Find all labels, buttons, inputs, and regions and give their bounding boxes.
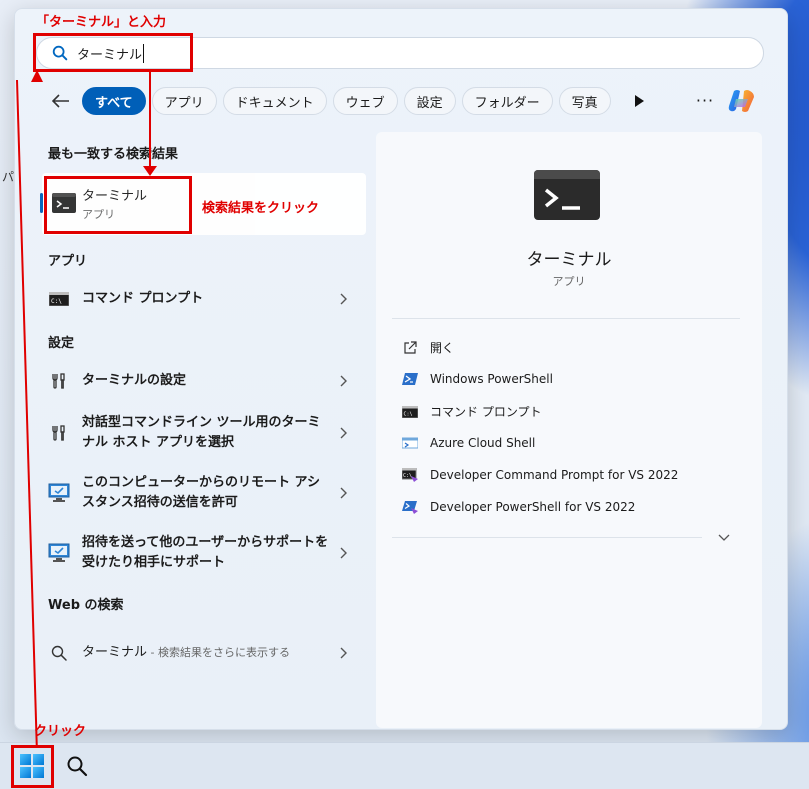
terminal-icon bbox=[534, 170, 600, 220]
annotation-arrowhead-down bbox=[143, 166, 157, 176]
best-match-title: ターミナル bbox=[82, 189, 148, 204]
detail-pane: ターミナル アプリ 開く Windows PowerShell C:\ コマンド… bbox=[376, 132, 762, 728]
filter-web[interactable]: ウェブ bbox=[332, 87, 398, 115]
terminal-icon bbox=[52, 193, 76, 213]
remote-assistance-icon bbox=[48, 542, 70, 564]
svg-text:C:\: C:\ bbox=[51, 298, 62, 305]
cmd-icon: C:\ bbox=[48, 288, 70, 310]
section-settings: 設定 bbox=[48, 336, 75, 351]
list-item-label: このコンピューターからのリモート アシスタンス招待の送信を許可 bbox=[82, 475, 321, 510]
chevron-right-icon bbox=[340, 427, 347, 439]
best-match-subtitle: アプリ bbox=[82, 208, 115, 221]
list-item-web-search[interactable]: ターミナル - 検索結果をさらに表示する bbox=[48, 632, 366, 674]
annotation-type-label: 「ターミナル」と入力 bbox=[36, 15, 167, 30]
action-developer-powershell[interactable]: Developer PowerShell for VS 2022 bbox=[402, 499, 635, 515]
filter-settings[interactable]: 設定 bbox=[403, 87, 456, 115]
action-label: 開く bbox=[430, 341, 455, 355]
play-icon bbox=[634, 95, 644, 107]
open-external-icon bbox=[402, 340, 418, 356]
search-box[interactable]: ターミナル bbox=[36, 37, 764, 69]
chevron-right-icon bbox=[340, 293, 347, 305]
remote-assistance-icon bbox=[48, 482, 70, 504]
divider bbox=[392, 318, 740, 319]
web-search-query: ターミナル bbox=[82, 645, 148, 660]
list-item-label: 対話型コマンドライン ツール用のターミナル ホスト アプリを選択 bbox=[82, 415, 321, 450]
svg-text:C:\: C:\ bbox=[403, 473, 412, 479]
list-item-label: コマンド プロンプト bbox=[82, 291, 204, 306]
chevron-right-icon bbox=[340, 647, 347, 659]
selection-accent bbox=[40, 193, 43, 213]
action-label: コマンド プロンプト bbox=[430, 405, 542, 419]
wrench-screwdriver-icon bbox=[48, 422, 70, 444]
list-item-label: ターミナルの設定 bbox=[82, 373, 187, 388]
action-windows-powershell[interactable]: Windows PowerShell bbox=[402, 371, 553, 387]
action-command-prompt[interactable]: C:\ コマンド プロンプト bbox=[402, 403, 541, 420]
taskbar bbox=[0, 742, 809, 789]
powershell-icon bbox=[402, 371, 418, 387]
back-arrow-icon bbox=[52, 94, 69, 108]
more-options-button[interactable]: ··· bbox=[692, 86, 718, 114]
azure-cloud-shell-icon bbox=[402, 435, 418, 451]
filter-folders[interactable]: フォルダー bbox=[461, 87, 553, 115]
chevron-right-icon bbox=[340, 375, 347, 387]
section-web: Web の検索 bbox=[48, 598, 124, 613]
chevron-down-icon[interactable] bbox=[718, 534, 730, 542]
filter-photos[interactable]: 写真 bbox=[558, 87, 611, 115]
back-button[interactable] bbox=[48, 88, 74, 114]
annotation-click-start: クリック bbox=[34, 724, 87, 739]
list-item-remote-assistance-allow[interactable]: このコンピューターからのリモート アシスタンス招待の送信を許可 bbox=[48, 472, 366, 514]
detail-subtitle: アプリ bbox=[552, 275, 586, 288]
dev-cmd-icon: C:\ bbox=[402, 467, 418, 483]
web-search-suffix: - 検索結果をさらに表示する bbox=[147, 646, 290, 659]
filter-apps[interactable]: アプリ bbox=[151, 87, 217, 115]
search-icon bbox=[52, 45, 68, 61]
action-developer-command-prompt[interactable]: C:\ Developer Command Prompt for VS 2022 bbox=[402, 467, 678, 483]
more-filters-button[interactable] bbox=[627, 89, 651, 113]
filter-documents[interactable]: ドキュメント bbox=[222, 87, 327, 115]
list-item-remote-assistance-invite[interactable]: 招待を送って他のユーザーからサポートを受けたり相手にサポート bbox=[48, 532, 366, 574]
action-label: Developer Command Prompt for VS 2022 bbox=[430, 468, 679, 482]
chevron-right-icon bbox=[340, 547, 347, 559]
copilot-icon[interactable] bbox=[726, 87, 758, 115]
action-azure-cloud-shell[interactable]: Azure Cloud Shell bbox=[402, 435, 535, 451]
web-search-text: ターミナル - 検索結果をさらに表示する bbox=[82, 643, 332, 663]
list-item-command-prompt[interactable]: C:\ コマンド プロンプト bbox=[48, 288, 366, 310]
list-item-terminal-settings[interactable]: ターミナルの設定 bbox=[48, 370, 366, 392]
search-input[interactable]: ターミナル bbox=[77, 43, 145, 63]
list-item-label: 招待を送って他のユーザーからサポートを受けたり相手にサポート bbox=[82, 535, 329, 570]
chevron-right-icon bbox=[340, 487, 347, 499]
windows-start-icon[interactable] bbox=[19, 753, 45, 779]
annotation-click-result: 検索結果をクリック bbox=[202, 201, 320, 216]
desktop-glyph: パ bbox=[2, 170, 15, 184]
action-open[interactable]: 開く bbox=[402, 339, 454, 356]
taskbar-search-icon[interactable] bbox=[66, 755, 88, 777]
search-icon bbox=[48, 642, 70, 664]
action-label: Azure Cloud Shell bbox=[430, 436, 536, 450]
annotation-arrow-line bbox=[149, 72, 151, 170]
filter-all[interactable]: すべて bbox=[82, 87, 146, 115]
divider bbox=[392, 537, 702, 538]
wrench-screwdriver-icon bbox=[48, 370, 70, 392]
dev-powershell-icon bbox=[402, 499, 418, 515]
action-label: Windows PowerShell bbox=[430, 372, 553, 386]
svg-text:C:\: C:\ bbox=[404, 411, 413, 417]
cmd-icon: C:\ bbox=[402, 404, 418, 420]
section-best-match: 最も一致する検索結果 bbox=[48, 147, 179, 162]
detail-title: ターミナル bbox=[526, 250, 612, 270]
filter-row: すべて アプリ ドキュメント ウェブ 設定 フォルダー 写真 ··· bbox=[48, 86, 768, 116]
annotation-arrowhead-up bbox=[31, 70, 43, 82]
action-label: Developer PowerShell for VS 2022 bbox=[430, 500, 636, 514]
section-apps: アプリ bbox=[48, 254, 88, 269]
list-item-terminal-host-app[interactable]: 対話型コマンドライン ツール用のターミナル ホスト アプリを選択 bbox=[48, 412, 366, 454]
